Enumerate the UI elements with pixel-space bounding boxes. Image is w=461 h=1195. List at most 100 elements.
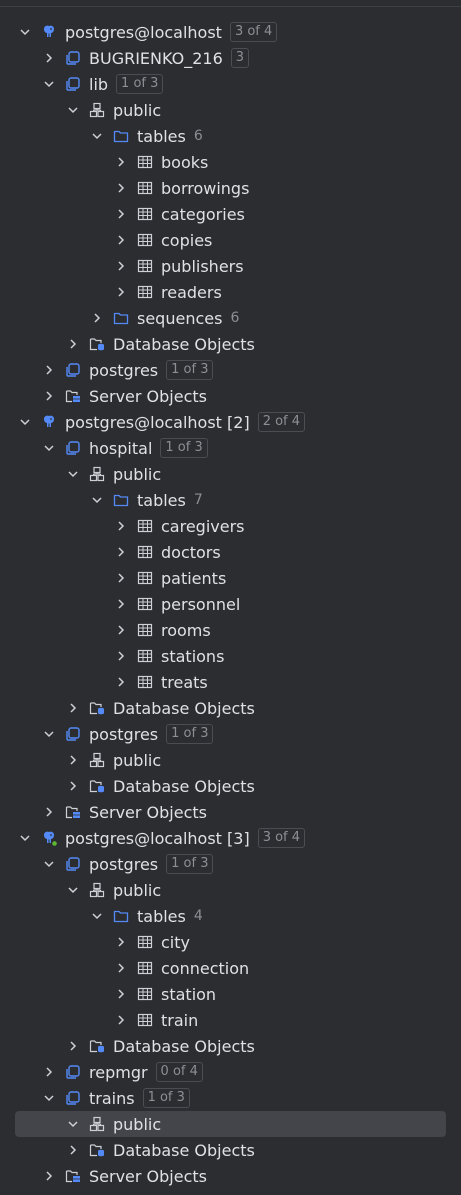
schema-public-selected[interactable]: public (0, 1111, 461, 1137)
folder-tables[interactable]: tables 7 (0, 487, 461, 513)
chevron-right-icon[interactable] (113, 1012, 129, 1028)
chevron-down-icon[interactable] (41, 440, 57, 456)
chevron-right-icon[interactable] (89, 310, 105, 326)
chevron-right-icon[interactable] (113, 544, 129, 560)
database-postgres[interactable]: postgres 1 of 3 (0, 357, 461, 383)
database-postgres[interactable]: postgres 1 of 3 (0, 721, 461, 747)
chevron-right-icon[interactable] (113, 622, 129, 638)
table-copies[interactable]: copies (0, 227, 461, 253)
chevron-down-icon[interactable] (17, 830, 33, 846)
table-publishers[interactable]: publishers (0, 253, 461, 279)
table-doctors[interactable]: doctors (0, 539, 461, 565)
chevron-down-icon[interactable] (41, 76, 57, 92)
table-readers[interactable]: readers (0, 279, 461, 305)
server-objects[interactable]: Server Objects (0, 799, 461, 825)
table-treats[interactable]: treats (0, 669, 461, 695)
chevron-down-icon[interactable] (41, 726, 57, 742)
table-personnel[interactable]: personnel (0, 591, 461, 617)
schema-public[interactable]: public (0, 97, 461, 123)
chevron-down-icon[interactable] (17, 414, 33, 430)
folder-tables[interactable]: tables 6 (0, 123, 461, 149)
chevron-down-icon[interactable] (65, 466, 81, 482)
count-badge: 3 of 4 (257, 828, 306, 848)
table-rooms[interactable]: rooms (0, 617, 461, 643)
chevron-right-icon[interactable] (113, 960, 129, 976)
folder-tables[interactable]: tables 4 (0, 903, 461, 929)
connection-postgres-localhost[interactable]: postgres@localhost 3 of 4 (0, 19, 461, 45)
chevron-right-icon[interactable] (65, 752, 81, 768)
chevron-down-icon[interactable] (89, 492, 105, 508)
table-patients[interactable]: patients (0, 565, 461, 591)
database-postgres[interactable]: postgres 1 of 3 (0, 851, 461, 877)
chevron-down-icon[interactable] (89, 908, 105, 924)
chevron-right-icon[interactable] (113, 206, 129, 222)
chevron-right-icon[interactable] (41, 50, 57, 66)
server-objects[interactable]: Server Objects (0, 383, 461, 409)
chevron-down-icon[interactable] (17, 24, 33, 40)
database-repmgr[interactable]: repmgr 0 of 4 (0, 1059, 461, 1085)
schema-public[interactable]: public (0, 461, 461, 487)
tree-item-label: readers (161, 282, 222, 302)
chevron-right-icon[interactable] (65, 336, 81, 352)
chevron-right-icon[interactable] (65, 700, 81, 716)
tree-item-label: categories (161, 204, 245, 224)
chevron-right-icon[interactable] (113, 648, 129, 664)
chevron-right-icon[interactable] (113, 934, 129, 950)
schema-public[interactable]: public (0, 877, 461, 903)
chevron-down-icon[interactable] (65, 1116, 81, 1132)
table-train[interactable]: train (0, 1007, 461, 1033)
chevron-right-icon[interactable] (113, 154, 129, 170)
folder-sequences[interactable]: sequences 6 (0, 305, 461, 331)
chevron-right-icon[interactable] (41, 804, 57, 820)
table-connection[interactable]: connection (0, 955, 461, 981)
chevron-right-icon[interactable] (113, 232, 129, 248)
tree-item-label: Server Objects (89, 1166, 207, 1186)
chevron-down-icon[interactable] (65, 102, 81, 118)
chevron-right-icon[interactable] (113, 518, 129, 534)
table-borrowings[interactable]: borrowings (0, 175, 461, 201)
chevron-right-icon[interactable] (113, 674, 129, 690)
tree-item-label: tables (137, 126, 186, 146)
database-hospital[interactable]: hospital 1 of 3 (0, 435, 461, 461)
database-icon (65, 76, 81, 92)
chevron-right-icon[interactable] (41, 1168, 57, 1184)
database-objects[interactable]: Database Objects (0, 1033, 461, 1059)
table-caregivers[interactable]: caregivers (0, 513, 461, 539)
chevron-down-icon[interactable] (41, 1090, 57, 1106)
chevron-right-icon[interactable] (113, 596, 129, 612)
chevron-right-icon[interactable] (113, 180, 129, 196)
chevron-right-icon[interactable] (65, 1142, 81, 1158)
chevron-right-icon[interactable] (41, 362, 57, 378)
database-bugrienko-216[interactable]: BUGRIENKO_216 3 (0, 45, 461, 71)
chevron-right-icon[interactable] (41, 1064, 57, 1080)
database-objects[interactable]: Database Objects (0, 773, 461, 799)
chevron-down-icon[interactable] (41, 856, 57, 872)
database-trains[interactable]: trains 1 of 3 (0, 1085, 461, 1111)
chevron-down-icon[interactable] (65, 882, 81, 898)
table-city[interactable]: city (0, 929, 461, 955)
schema-public[interactable]: public (0, 747, 461, 773)
tree-item-label: hospital (89, 438, 153, 458)
table-categories[interactable]: categories (0, 201, 461, 227)
chevron-right-icon[interactable] (113, 284, 129, 300)
chevron-right-icon[interactable] (65, 1038, 81, 1054)
table-stations[interactable]: stations (0, 643, 461, 669)
database-objects[interactable]: Database Objects (0, 1137, 461, 1163)
chevron-right-icon[interactable] (113, 570, 129, 586)
chevron-right-icon[interactable] (113, 986, 129, 1002)
chevron-right-icon[interactable] (41, 388, 57, 404)
server-objects[interactable]: Server Objects (0, 1163, 461, 1189)
top-toolbar-edge (0, 0, 461, 7)
table-books[interactable]: books (0, 149, 461, 175)
table-icon (137, 622, 153, 638)
database-lib[interactable]: lib 1 of 3 (0, 71, 461, 97)
database-objects-icon (89, 336, 105, 352)
chevron-right-icon[interactable] (113, 258, 129, 274)
connection-postgres-localhost-2[interactable]: postgres@localhost [2] 2 of 4 (0, 409, 461, 435)
chevron-right-icon[interactable] (65, 778, 81, 794)
table-station[interactable]: station (0, 981, 461, 1007)
connection-postgres-localhost-3[interactable]: postgres@localhost [3] 3 of 4 (0, 825, 461, 851)
database-objects[interactable]: Database Objects (0, 695, 461, 721)
chevron-down-icon[interactable] (89, 128, 105, 144)
database-objects[interactable]: Database Objects (0, 331, 461, 357)
